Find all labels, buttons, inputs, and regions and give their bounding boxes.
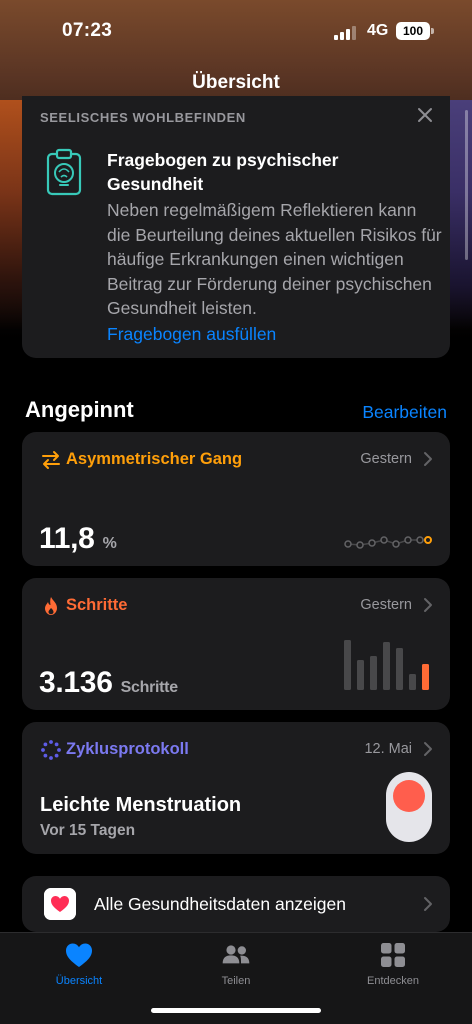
gait-card[interactable]: Asymmetrischer Gang Gestern 11,8 %	[22, 432, 450, 566]
pinned-section-title: Angepinnt	[25, 397, 134, 422]
tab-share[interactable]: Teilen	[181, 941, 291, 987]
tab-share-label: Teilen	[221, 975, 251, 987]
home-indicator[interactable]	[151, 1008, 321, 1013]
mental-health-card: SEELISCHES WOHLBEFINDEN Fragebogen zu ps…	[22, 96, 450, 358]
cycle-subtitle: Vor 15 Tagen	[40, 822, 136, 839]
steps-bar	[409, 674, 416, 690]
network-type: 4G	[367, 22, 389, 39]
signal-icon	[334, 24, 360, 40]
steps-bar-current	[422, 664, 429, 690]
tab-overview[interactable]: Übersicht	[24, 941, 134, 987]
flow-dot	[393, 780, 425, 812]
tab-discover[interactable]: Entdecken	[338, 941, 448, 987]
steps-bar	[370, 656, 377, 690]
steps-value: 3.136	[39, 666, 113, 699]
health-app-icon	[44, 888, 76, 920]
gait-value: 11,8	[39, 522, 95, 555]
status-bar: 07:23 4G 100	[0, 0, 472, 64]
all-health-data-label: Alle Gesundheitsdaten anzeigen	[94, 894, 346, 914]
steps-bar-chart	[342, 638, 432, 690]
tab-overview-label: Übersicht	[55, 975, 103, 987]
page-title: Übersicht	[192, 72, 280, 93]
status-time: 07:23	[62, 20, 113, 41]
all-health-data-row[interactable]: Alle Gesundheitsdaten anzeigen	[22, 876, 450, 932]
chevron-right-icon	[424, 598, 432, 612]
steps-value-row: 3.136 Schritte	[39, 666, 178, 700]
gait-unit: %	[102, 535, 117, 552]
steps-bar	[383, 642, 390, 690]
steps-card[interactable]: Schritte Gestern 3.136 Schritte	[22, 578, 450, 710]
chevron-right-icon	[424, 897, 432, 911]
clipboard-brain-icon	[46, 148, 82, 196]
chevron-right-icon	[424, 742, 432, 756]
battery-icon: 100	[396, 22, 430, 40]
menstruation-flow-indicator	[386, 772, 432, 842]
cycle-title: Leichte Menstruation	[40, 794, 242, 816]
cycle-card[interactable]: Zyklusprotokoll 12. Mai Leichte Menstrua…	[22, 722, 450, 854]
edit-button[interactable]: Bearbeiten	[362, 402, 447, 423]
steps-unit: Schritte	[120, 679, 178, 696]
steps-label: Schritte	[66, 596, 128, 614]
gait-value-row: 11,8 %	[39, 522, 117, 556]
asymmetric-gait-icon	[42, 451, 60, 469]
flame-icon	[45, 597, 57, 615]
gait-date: Gestern	[360, 451, 412, 467]
grid-icon	[381, 943, 405, 967]
heart-icon	[66, 943, 92, 967]
battery-tip	[431, 28, 434, 34]
steps-bar	[344, 640, 351, 690]
mental-card-title: Fragebogen zu psychischer Gesundheit	[107, 150, 339, 194]
steps-bar	[357, 660, 364, 690]
cycle-dots-icon	[41, 740, 61, 760]
gait-trend-chart	[344, 536, 432, 549]
cycle-date: 12. Mai	[364, 741, 412, 757]
mental-card-header: SEELISCHES WOHLBEFINDEN	[40, 110, 246, 125]
close-icon[interactable]	[416, 106, 434, 124]
tab-discover-label: Entdecken	[367, 975, 419, 987]
gait-label: Asymmetrischer Gang	[66, 450, 243, 468]
steps-date: Gestern	[360, 597, 412, 613]
people-icon	[222, 945, 250, 964]
questionnaire-link[interactable]: Fragebogen ausfüllen	[107, 324, 276, 345]
cycle-label: Zyklusprotokoll	[66, 740, 189, 758]
chevron-right-icon	[424, 452, 432, 466]
mental-card-body: Neben regelmäßigem Reflektieren kann die…	[107, 200, 442, 318]
scroll-indicator[interactable]	[465, 110, 468, 260]
steps-bar	[396, 648, 403, 690]
